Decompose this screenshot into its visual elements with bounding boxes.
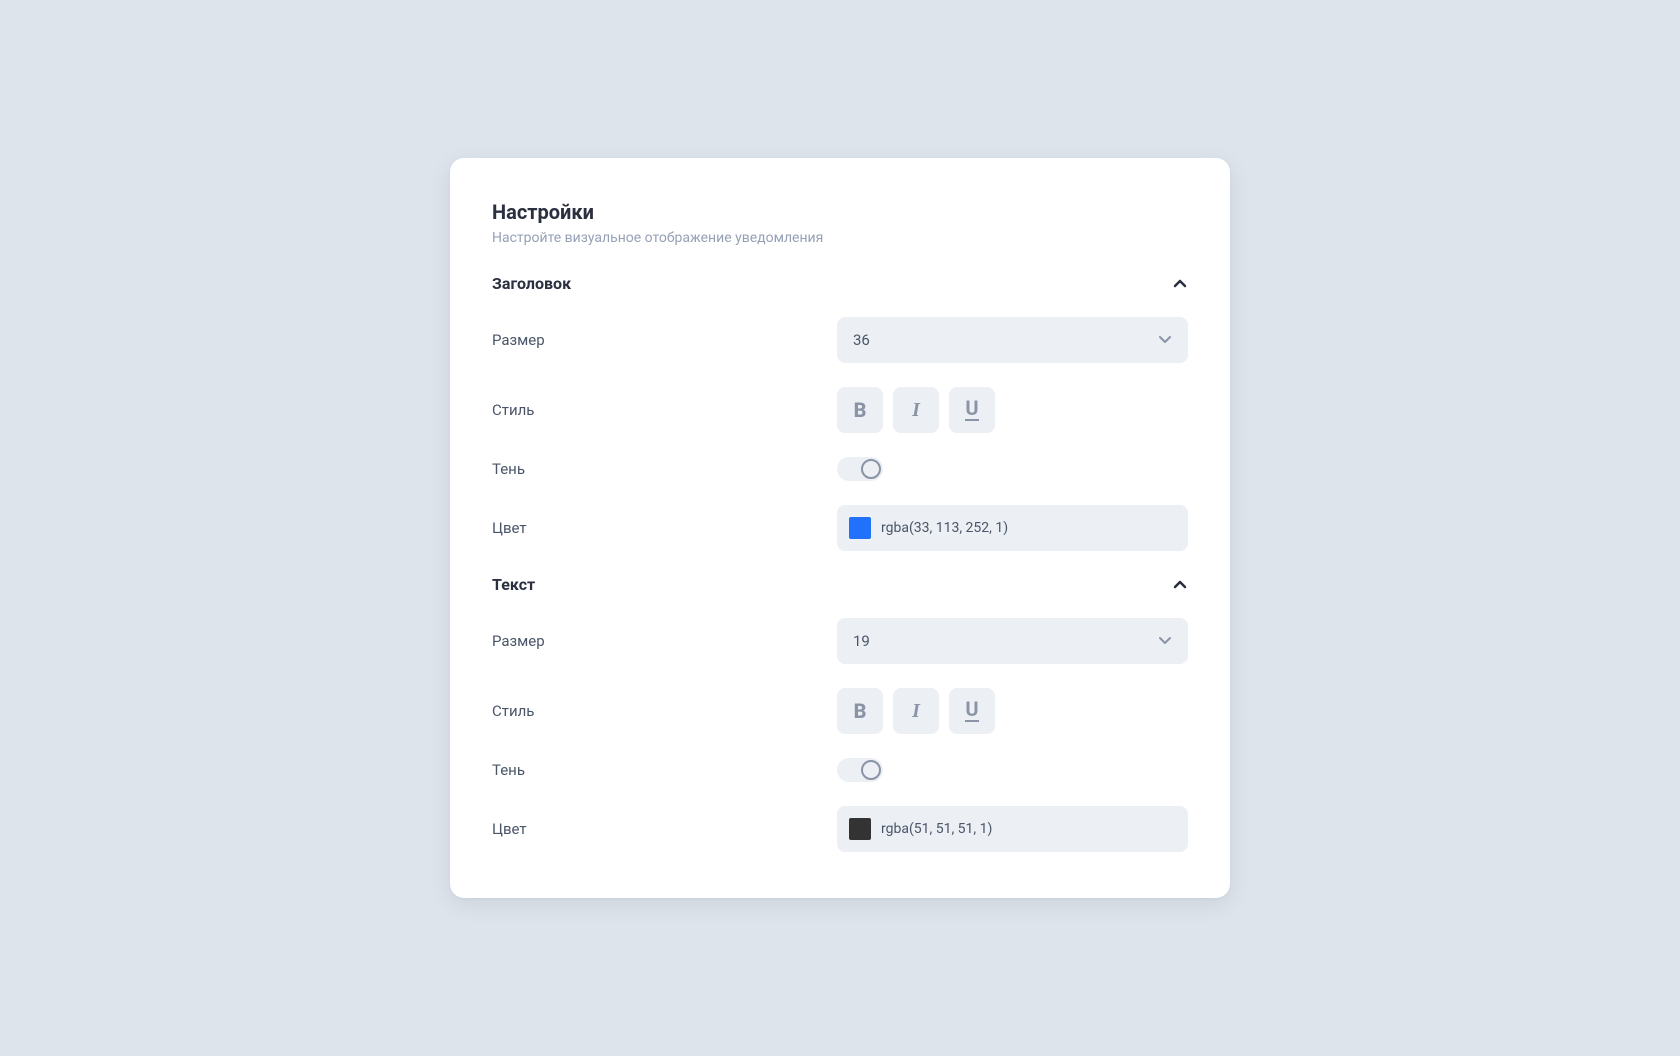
panel-header: Настройки Настройте визуальное отображен… xyxy=(492,200,1188,246)
header-style-group: B I U xyxy=(837,387,995,433)
section-header-title: Заголовок xyxy=(492,274,571,293)
header-size-value: 36 xyxy=(853,331,870,349)
header-size-label: Размер xyxy=(492,331,837,349)
header-color-swatch xyxy=(849,517,871,539)
text-color-label: Цвет xyxy=(492,820,837,838)
toggle-knob-icon xyxy=(861,760,881,780)
text-bold-button[interactable]: B xyxy=(837,688,883,734)
settings-panel: Настройки Настройте визуальное отображен… xyxy=(450,158,1230,898)
chevron-up-icon xyxy=(1172,276,1188,292)
text-color-value: rgba(51, 51, 51, 1) xyxy=(881,821,992,837)
toggle-knob-icon xyxy=(861,459,881,479)
section-text-title: Текст xyxy=(492,575,535,594)
text-color-field[interactable]: rgba(51, 51, 51, 1) xyxy=(837,806,1188,852)
header-color-value: rgba(33, 113, 252, 1) xyxy=(881,520,1008,536)
header-shadow-toggle[interactable] xyxy=(837,457,883,481)
chevron-down-icon xyxy=(1158,632,1172,651)
text-color-row: Цвет rgba(51, 51, 51, 1) xyxy=(492,806,1188,852)
text-size-row: Размер 19 xyxy=(492,618,1188,664)
text-size-select[interactable]: 19 xyxy=(837,618,1188,664)
underline-glyph: U xyxy=(965,700,978,722)
section-text-block: Текст Размер 19 Стиль B I xyxy=(492,575,1188,852)
text-style-group: B I U xyxy=(837,688,995,734)
underline-glyph: U xyxy=(965,399,978,421)
text-italic-button[interactable]: I xyxy=(893,688,939,734)
text-shadow-label: Тень xyxy=(492,761,837,779)
header-color-row: Цвет rgba(33, 113, 252, 1) xyxy=(492,505,1188,551)
header-bold-button[interactable]: B xyxy=(837,387,883,433)
text-size-label: Размер xyxy=(492,632,837,650)
header-style-label: Стиль xyxy=(492,401,837,419)
header-color-field[interactable]: rgba(33, 113, 252, 1) xyxy=(837,505,1188,551)
panel-subtitle: Настройте визуальное отображение уведомл… xyxy=(492,230,1188,246)
chevron-down-icon xyxy=(1158,331,1172,350)
text-style-row: Стиль B I U xyxy=(492,688,1188,734)
header-italic-button[interactable]: I xyxy=(893,387,939,433)
header-size-select[interactable]: 36 xyxy=(837,317,1188,363)
text-color-swatch xyxy=(849,818,871,840)
text-style-label: Стиль xyxy=(492,702,837,720)
text-underline-button[interactable]: U xyxy=(949,688,995,734)
header-color-label: Цвет xyxy=(492,519,837,537)
section-text-toggle[interactable]: Текст xyxy=(492,575,1188,594)
text-shadow-row: Тень xyxy=(492,758,1188,782)
chevron-up-icon xyxy=(1172,577,1188,593)
header-size-row: Размер 36 xyxy=(492,317,1188,363)
header-underline-button[interactable]: U xyxy=(949,387,995,433)
text-size-value: 19 xyxy=(853,632,870,650)
header-shadow-label: Тень xyxy=(492,460,837,478)
header-style-row: Стиль B I U xyxy=(492,387,1188,433)
panel-title: Настройки xyxy=(492,200,1188,224)
text-shadow-toggle[interactable] xyxy=(837,758,883,782)
section-header-block: Заголовок Размер 36 Стиль B I xyxy=(492,274,1188,551)
section-header-toggle[interactable]: Заголовок xyxy=(492,274,1188,293)
header-shadow-row: Тень xyxy=(492,457,1188,481)
